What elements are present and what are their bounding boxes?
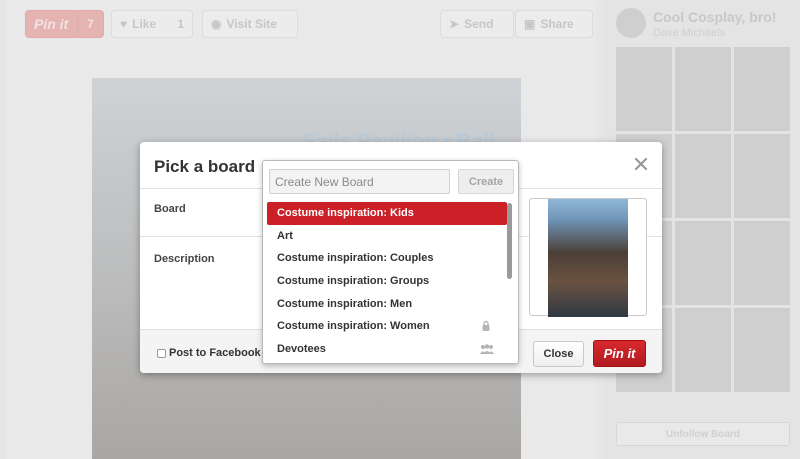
board-option-label: Costume inspiration: Couples: [277, 252, 434, 265]
close-icon[interactable]: [634, 157, 648, 171]
send-label: Send: [464, 17, 494, 31]
board-option-label: Art: [277, 229, 293, 242]
post-to-facebook-checkbox[interactable]: [157, 349, 166, 358]
board-thumbnail[interactable]: [675, 308, 731, 392]
like-button[interactable]: ♥ Like 1: [111, 10, 193, 38]
board-owner[interactable]: Dave Michaels: [653, 27, 725, 39]
board-title[interactable]: Cool Cosplay, bro!: [653, 9, 776, 25]
lock-icon: [479, 320, 493, 332]
pin-toolbar: Pin it 7 ♥ Like 1 ◉ Visit Site ➤ Send ▣ …: [21, 6, 597, 40]
like-label: Like: [132, 17, 157, 31]
board-thumbnail[interactable]: [675, 221, 731, 305]
board-thumbnail[interactable]: [734, 221, 790, 305]
board-option-devotees[interactable]: Devotees: [267, 338, 507, 361]
board-option-label: Costume inspiration: Men: [277, 297, 413, 310]
pin-it-label: Pin it: [34, 16, 69, 32]
pin-preview: [529, 198, 647, 317]
board-thumbnail[interactable]: [616, 47, 672, 131]
close-button[interactable]: Close: [533, 341, 584, 367]
visit-site-label: Visit Site: [226, 17, 277, 31]
board-option-label: Devotees: [277, 342, 326, 355]
board-thumbnail[interactable]: [675, 47, 731, 131]
board-option-label: Costume inspiration: Groups: [277, 275, 430, 288]
post-to-facebook-label[interactable]: Post to Facebook: [169, 347, 261, 359]
board-label: Board: [154, 203, 186, 215]
board-thumbnail[interactable]: [734, 47, 790, 131]
visit-site-button[interactable]: ◉ Visit Site: [202, 10, 298, 38]
board-dropdown: Create Costume inspiration: Kids Art Cos…: [262, 160, 519, 364]
board-option-men[interactable]: Costume inspiration: Men: [267, 292, 507, 315]
board-option-kids[interactable]: Costume inspiration: Kids: [267, 202, 507, 225]
share-label: Share: [540, 17, 574, 31]
like-count: 1: [177, 17, 184, 31]
heart-icon: ♥: [120, 17, 128, 31]
board-option-art[interactable]: Art: [267, 225, 507, 248]
description-label: Description: [154, 253, 215, 265]
dialog-title: Pick a board: [154, 157, 256, 176]
share-button[interactable]: ▣ Share: [515, 10, 593, 38]
facebook-icon: ▣: [524, 17, 536, 31]
unfollow-board-button[interactable]: Unfollow Board: [616, 422, 790, 446]
pin-count: 7: [77, 11, 103, 37]
pin-it-submit-button[interactable]: Pin it: [593, 340, 646, 367]
board-option-groups[interactable]: Costume inspiration: Groups: [267, 270, 507, 293]
board-thumbnail[interactable]: [734, 308, 790, 392]
board-thumbnail[interactable]: [734, 134, 790, 218]
globe-icon: ◉: [211, 17, 222, 31]
create-new-board-input[interactable]: [269, 169, 450, 194]
board-list-scrollbar[interactable]: [507, 203, 512, 279]
pin-it-button[interactable]: Pin it 7: [25, 10, 104, 38]
board-thumbnail[interactable]: [675, 134, 731, 218]
board-option-label: Costume inspiration: Kids: [277, 207, 414, 220]
create-board-button[interactable]: Create: [458, 169, 514, 194]
pin-preview-image: [548, 199, 628, 317]
group-icon: [479, 343, 494, 355]
board-list: Costume inspiration: Kids Art Costume in…: [267, 202, 507, 360]
board-option-label: Costume inspiration: Women: [277, 320, 430, 333]
send-icon: ➤: [449, 17, 460, 31]
board-option-couples[interactable]: Costume inspiration: Couples: [267, 247, 507, 270]
avatar[interactable]: [616, 8, 646, 38]
send-button[interactable]: ➤ Send: [440, 10, 514, 38]
board-option-women[interactable]: Costume inspiration: Women: [267, 315, 507, 338]
